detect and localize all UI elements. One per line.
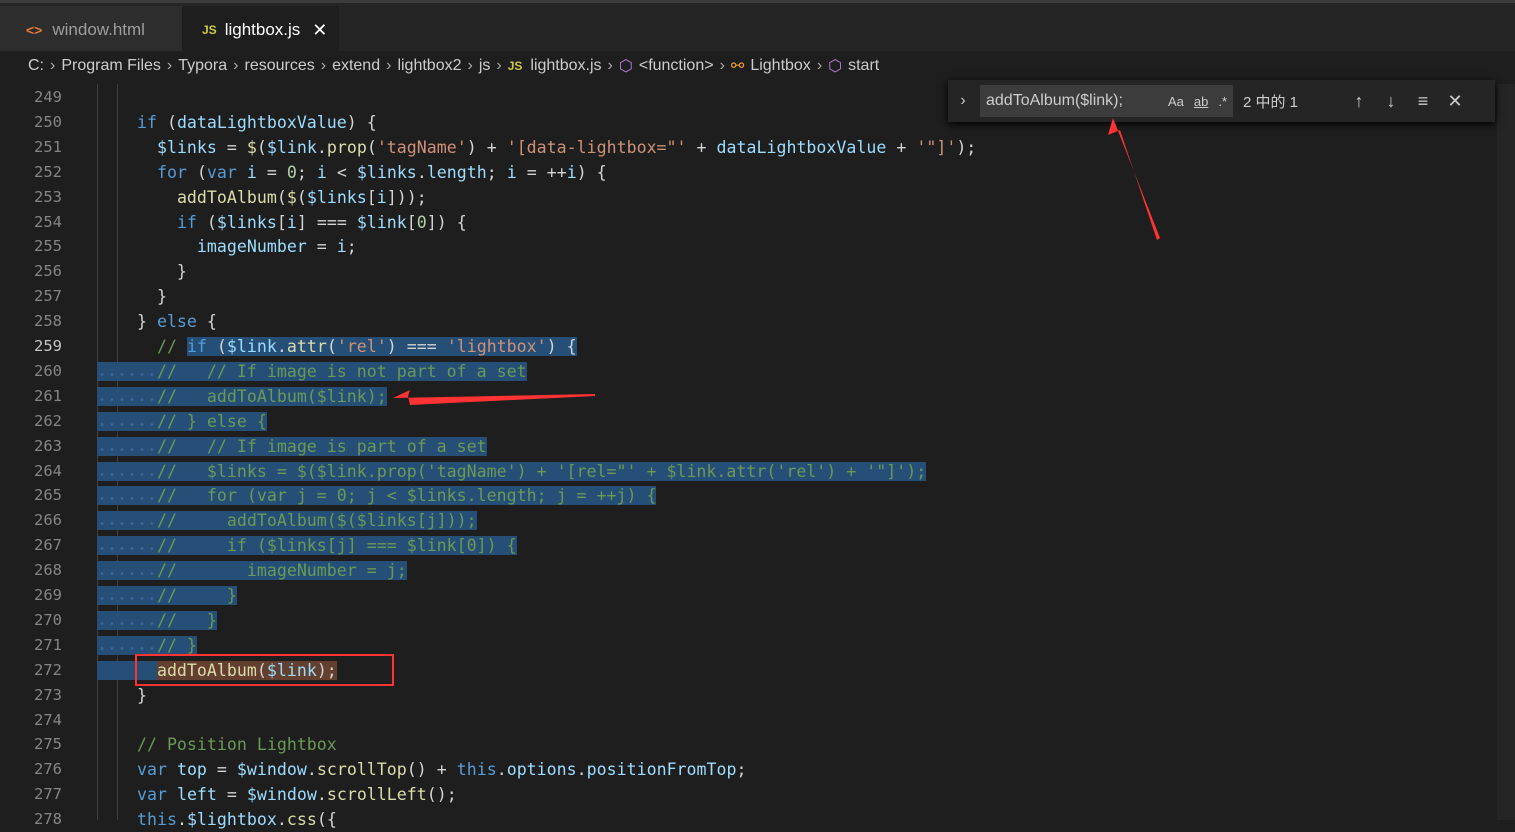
annotation-arrow <box>393 390 595 405</box>
annotation-arrow <box>1108 118 1160 240</box>
highlight-box <box>135 654 394 686</box>
annotation-overlay <box>135 118 1160 686</box>
